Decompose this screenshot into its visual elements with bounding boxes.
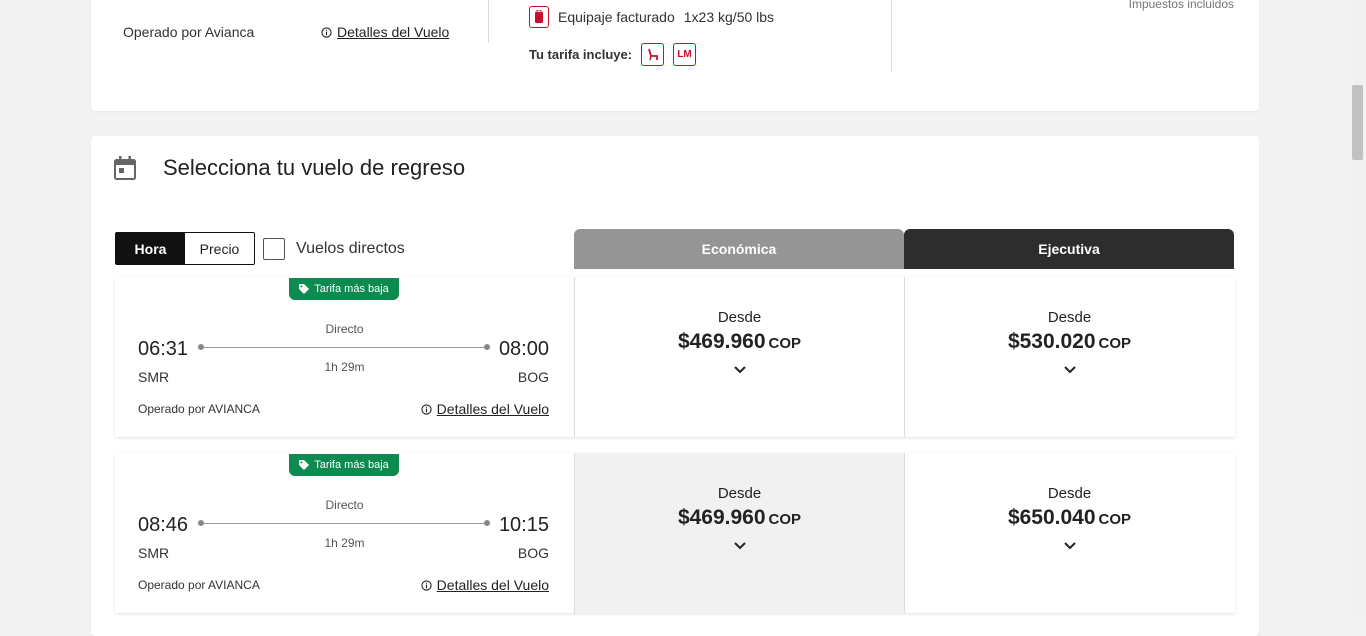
info-icon: [421, 403, 432, 415]
tab-ejecutiva[interactable]: Ejecutiva: [904, 229, 1234, 269]
price-value: $530.020 COP: [905, 330, 1234, 354]
taxes-note: Impuestos incluidos: [1128, 0, 1234, 11]
duration-text: 1h 29m: [324, 360, 365, 374]
route-dot: [198, 520, 204, 526]
expand-fare-button[interactable]: [575, 542, 904, 550]
outbound-flight-card: Operado por Avianca Detalles del Vuelo E…: [91, 0, 1259, 111]
flight-info: Tarifa más baja Directo 08:46 10:15 1h 2…: [115, 453, 574, 613]
chevron-down-icon: [1063, 542, 1076, 550]
calendar-icon: [114, 156, 136, 180]
fare-includes-row: Tu tarifa incluye: LM: [529, 43, 697, 66]
fare-ejecutiva[interactable]: Desde $650.040 COP: [904, 453, 1234, 613]
price-amount: $469.960: [677, 506, 766, 529]
currency: COP: [1098, 335, 1132, 352]
flight-info: Tarifa más baja Directo 06:31 08:00 1h 2…: [115, 277, 574, 437]
scrollbar-thumb[interactable]: [1352, 85, 1363, 160]
from-label: Desde: [717, 309, 762, 326]
departure-time: 08:46: [138, 514, 189, 536]
arrival-time: 10:15: [498, 514, 549, 536]
route-dot: [484, 344, 490, 350]
origin-code: SMR: [138, 545, 170, 561]
flight-details-label[interactable]: Detalles del Vuelo: [437, 401, 549, 417]
flight-details-label[interactable]: Detalles del Vuelo: [437, 577, 549, 593]
route-line: [201, 523, 487, 524]
chevron-down-icon: [1063, 366, 1076, 374]
flight-details-link[interactable]: Detalles del Vuelo: [421, 577, 549, 593]
route-dot: [198, 344, 204, 350]
from-label: Desde: [1047, 309, 1092, 326]
price-value: $650.040 COP: [905, 506, 1234, 530]
sort-by-time-button[interactable]: Hora: [116, 233, 185, 264]
price-amount: $530.020: [1007, 330, 1096, 353]
operated-by-text: Operado por AVIANCA: [138, 578, 260, 592]
baggage-value: 1x23 kg/50 lbs: [683, 9, 775, 25]
divider: [891, 0, 892, 72]
currency: COP: [768, 511, 802, 528]
operated-by-text: Operado por AVIANCA: [138, 402, 260, 416]
from-label: Desde: [717, 485, 762, 502]
price-value: $469.960 COP: [575, 330, 904, 354]
tag-icon: [299, 460, 310, 470]
lm-icon: LM: [673, 43, 697, 66]
direct-flights-checkbox[interactable]: [263, 238, 285, 260]
price-amount: $469.960: [677, 330, 766, 353]
expand-fare-button[interactable]: [575, 366, 904, 374]
flight-details-label[interactable]: Detalles del Vuelo: [337, 24, 449, 40]
return-flight-section: Selecciona tu vuelo de regreso Hora Prec…: [91, 136, 1259, 636]
fare-economica[interactable]: Desde $469.960 COP: [574, 277, 904, 437]
info-icon: [321, 26, 332, 38]
badge-label: Tarifa más baja: [314, 459, 389, 471]
arrival-time: 08:00: [498, 338, 549, 360]
tag-icon: [299, 284, 310, 294]
baggage-row: Equipaje facturado 1x23 kg/50 lbs: [529, 6, 774, 28]
seat-icon: [641, 43, 665, 66]
lowest-fare-badge: Tarifa más baja: [289, 278, 399, 300]
price-value: $469.960 COP: [575, 506, 904, 530]
fare-economica[interactable]: Desde $469.960 COP: [574, 453, 904, 613]
currency: COP: [768, 335, 802, 352]
fare-includes-label: Tu tarifa incluye:: [529, 47, 633, 62]
section-title: Selecciona tu vuelo de regreso: [163, 155, 466, 180]
fare-ejecutiva[interactable]: Desde $530.020 COP: [904, 277, 1234, 437]
tab-economica[interactable]: Económica: [574, 229, 904, 269]
direct-flights-label[interactable]: Vuelos directos: [296, 240, 405, 258]
info-icon: [421, 579, 432, 591]
destination-code: BOG: [517, 369, 549, 385]
sort-toggle: Hora Precio: [115, 232, 255, 265]
chevron-down-icon: [733, 366, 746, 374]
operated-by-text: Operado por Avianca: [123, 24, 255, 40]
suitcase-icon: [529, 6, 549, 28]
route-line: [201, 347, 487, 348]
baggage-label: Equipaje facturado: [558, 9, 675, 25]
expand-fare-button[interactable]: [905, 542, 1234, 550]
stops-text: Directo: [325, 322, 364, 336]
flight-row: Tarifa más baja Directo 08:46 10:15 1h 2…: [115, 453, 1235, 613]
sort-by-price-button[interactable]: Precio: [185, 233, 254, 264]
flight-details-link[interactable]: Detalles del Vuelo: [321, 24, 449, 40]
destination-code: BOG: [517, 545, 549, 561]
duration-text: 1h 29m: [324, 536, 365, 550]
origin-code: SMR: [138, 369, 170, 385]
currency: COP: [1098, 511, 1132, 528]
stops-text: Directo: [325, 498, 364, 512]
lowest-fare-badge: Tarifa más baja: [289, 454, 399, 476]
flight-row: Tarifa más baja Directo 06:31 08:00 1h 2…: [115, 277, 1235, 437]
flight-details-link[interactable]: Detalles del Vuelo: [421, 401, 549, 417]
from-label: Desde: [1047, 485, 1092, 502]
page-scrollbar[interactable]: [1349, 0, 1366, 613]
price-amount: $650.040: [1007, 506, 1096, 529]
departure-time: 06:31: [138, 338, 189, 360]
divider: [488, 0, 489, 43]
expand-fare-button[interactable]: [905, 366, 1234, 374]
chevron-down-icon: [733, 542, 746, 550]
route-dot: [484, 520, 490, 526]
badge-label: Tarifa más baja: [314, 283, 389, 295]
